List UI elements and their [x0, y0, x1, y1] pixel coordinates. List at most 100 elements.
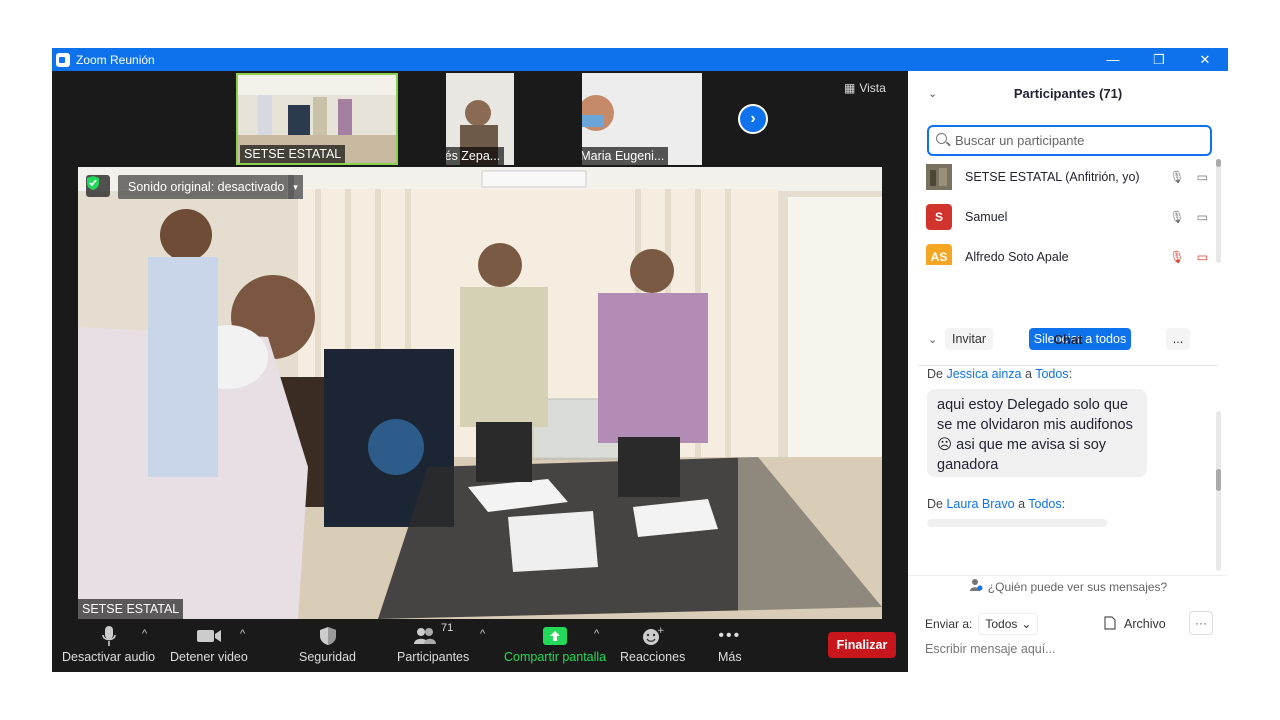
thumbnail-andres[interactable]: ✕Andrés Zepa... [446, 73, 514, 165]
zoom-app-icon [56, 52, 70, 67]
search-icon [936, 133, 947, 144]
thumbnail-label: ✕Maria Eugeni... [582, 147, 669, 165]
chevron-right-icon: › [750, 110, 756, 127]
close-button[interactable]: ✕ [1182, 48, 1228, 71]
smiley-plus-icon: + [642, 622, 664, 650]
avatar [926, 164, 952, 190]
send-to-row: Enviar a: Todos ⌄ [925, 613, 1039, 635]
participants-label: Participantes [397, 650, 470, 664]
file-button[interactable]: Archivo [1104, 613, 1166, 635]
send-to-label: Enviar a: [925, 617, 973, 631]
video-camera-icon[interactable]: ▭ [1197, 210, 1208, 224]
participant-name: Samuel [965, 210, 1008, 224]
main-video: Sonido original: desactivado ▾ SETSE EST… [78, 167, 882, 619]
mute-audio-label: Desactivar audio [62, 650, 156, 664]
thumbnail-label: ✕Andrés Zepa... [446, 147, 505, 165]
more-button[interactable]: ••• Más [718, 622, 742, 664]
participants-icon: 71 [413, 622, 453, 650]
who-sees-label: ¿Quién puede ver sus mensajes? [987, 579, 1168, 594]
participants-header: ⌄ Participantes (71) [908, 78, 1228, 108]
file-label: Archivo [1124, 617, 1166, 631]
chat-message-meta: De Laura Bravo a Todos: [927, 497, 1066, 511]
participant-scrollbar[interactable] [1216, 159, 1221, 263]
avatar: AS [926, 244, 952, 265]
microphone-muted-icon[interactable]: 🎙 [1169, 250, 1184, 264]
next-page-button[interactable]: › [738, 104, 768, 134]
person-lock-icon [969, 578, 983, 595]
participant-search-input[interactable]: Buscar un participante [927, 125, 1212, 156]
participants-caret-icon[interactable]: ^ [480, 628, 485, 640]
thumbnail-maria[interactable]: ✕Maria Eugeni... [582, 73, 702, 165]
participant-list: SETSE ESTATAL (Anfitrión, yo) 🎙 ▭ S Samue… [908, 163, 1228, 265]
restore-button[interactable]: ❐ [1136, 48, 1182, 71]
stop-video-button[interactable]: Detener video [170, 622, 248, 664]
participants-title: Participantes (71) [1013, 85, 1123, 101]
microphone-icon[interactable]: 🎙 [1169, 210, 1184, 224]
share-options-caret-icon[interactable]: ^ [594, 628, 599, 640]
scrollbar-thumb[interactable] [1216, 159, 1221, 167]
stop-video-label: Detener video [170, 650, 248, 664]
chat-bubble: aqui estoy Delegado solo que se me olvid… [927, 389, 1147, 477]
participant-row[interactable]: S Samuel 🎙 ▭ [926, 203, 1208, 231]
chat-message-meta: De Jessica ainza a Todos: [927, 367, 1073, 381]
chat-header: ⌄ Chat [908, 324, 1228, 354]
participant-row[interactable]: SETSE ESTATAL (Anfitrión, yo) 🎙 ▭ [926, 163, 1208, 191]
zoom-window: Zoom Reunión — ❐ ✕ SETSE ESTATAL és Zepa… [52, 48, 1228, 672]
video-camera-icon [196, 622, 222, 650]
participant-name: Alfredo Soto Apale [965, 250, 1069, 264]
video-area: SETSE ESTATAL ✕Andrés Zepa... ✕Maria Eug… [52, 71, 908, 672]
video-off-icon[interactable]: ▭ [1197, 250, 1208, 264]
chat-bubble [927, 519, 1107, 527]
who-sees-messages[interactable]: ¿Quién puede ver sus mensajes? [908, 575, 1228, 597]
reactions-button[interactable]: + Reacciones [620, 622, 685, 664]
participants-count: 71 [441, 622, 454, 634]
microphone-icon [101, 622, 116, 650]
meeting-toolbar: Desactivar audio ^ Detener video ^ Segur… [52, 622, 908, 672]
ellipsis-icon: ••• [718, 627, 742, 644]
divider [918, 365, 1218, 366]
participant-row[interactable]: AS Alfredo Soto Apale 🎙 ▭ [926, 243, 1208, 265]
avatar: S [926, 204, 952, 230]
video-scene [78, 167, 882, 619]
security-shield-icon [86, 175, 110, 197]
search-placeholder: Buscar un participante [955, 133, 1085, 148]
grid-icon: ▦ [844, 81, 856, 95]
chevron-down-icon[interactable]: ⌄ [928, 333, 937, 346]
security-button[interactable]: Seguridad [299, 622, 356, 664]
recipient-link[interactable]: Todos [1035, 367, 1068, 381]
thumbnail-setse[interactable]: SETSE ESTATAL [236, 73, 398, 165]
speaker-label: SETSE ESTATAL [78, 599, 184, 619]
svg-text:+: + [657, 626, 664, 636]
participant-name: SETSE ESTATAL (Anfitrión, yo) [965, 170, 1140, 184]
chat-more-button[interactable]: ··· [1189, 611, 1213, 635]
scrollbar-thumb[interactable] [1216, 469, 1221, 491]
chevron-down-icon: ⌄ [1021, 617, 1032, 631]
video-options-caret-icon[interactable]: ^ [240, 628, 245, 640]
chat-title: Chat [1053, 331, 1083, 347]
side-panel: ⌄ Participantes (71) Buscar un participa… [908, 71, 1228, 672]
title-bar: Zoom Reunión — ❐ ✕ [52, 48, 1228, 71]
chat-scrollbar[interactable] [1216, 411, 1221, 571]
audio-options-caret-icon[interactable]: ^ [142, 628, 147, 640]
recipient-link[interactable]: Todos [1028, 497, 1061, 511]
end-meeting-button[interactable]: Finalizar [828, 632, 896, 658]
participants-button[interactable]: 71 Participantes [397, 622, 469, 664]
video-camera-icon[interactable]: ▭ [1197, 170, 1208, 184]
share-screen-button[interactable]: Compartir pantalla [504, 622, 606, 664]
reactions-label: Reacciones [620, 650, 686, 664]
chevron-down-icon[interactable]: ⌄ [928, 87, 937, 100]
sender-link[interactable]: Jessica ainza [946, 367, 1021, 381]
chevron-down-icon[interactable]: ▾ [287, 175, 303, 199]
window-title: Zoom Reunión [76, 52, 155, 67]
send-to-select[interactable]: Todos ⌄ [978, 613, 1039, 635]
minimize-button[interactable]: — [1090, 48, 1136, 71]
file-icon [1104, 615, 1116, 633]
sender-link[interactable]: Laura Bravo [946, 497, 1014, 511]
microphone-icon[interactable]: 🎙 [1169, 170, 1184, 184]
security-label: Seguridad [299, 650, 356, 664]
thumbnail-label: SETSE ESTATAL [240, 145, 346, 163]
original-sound-toggle[interactable]: Sonido original: desactivado [118, 175, 295, 199]
chat-message-input[interactable]: Escribir mensaje aquí... [925, 642, 1056, 656]
more-label: Más [718, 650, 742, 664]
view-button[interactable]: ▦ Vista [844, 81, 886, 95]
